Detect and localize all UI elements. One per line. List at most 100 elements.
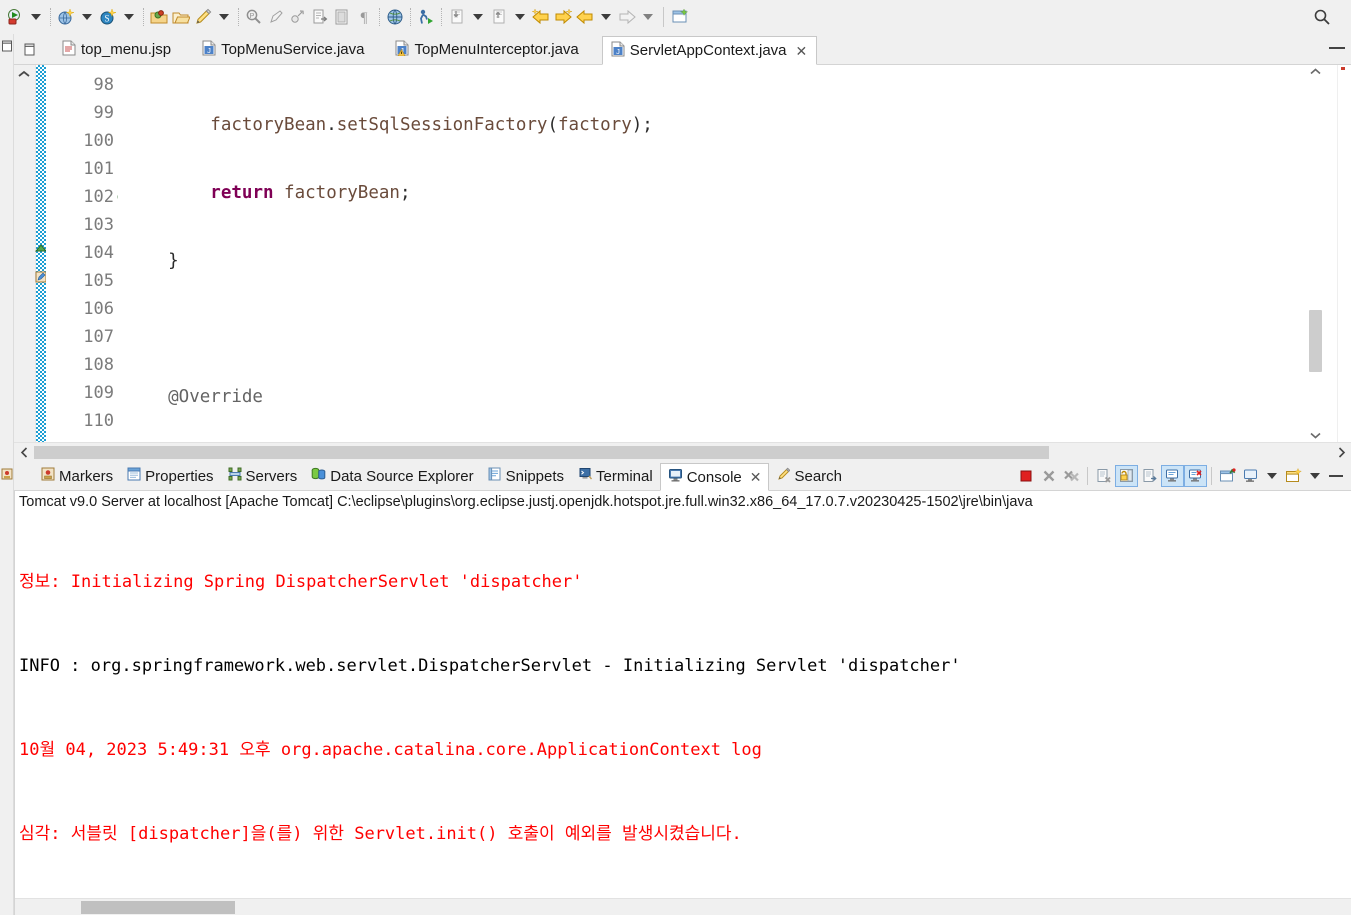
terminate-button[interactable] — [1014, 465, 1037, 487]
scroll-right-arrow-icon[interactable] — [1331, 443, 1351, 462]
overview-marker — [1341, 67, 1345, 70]
code-editor[interactable]: | ( ( c c [ · | ( j ! · : — [0, 65, 1351, 442]
editor-tab-ServletAppContext-java[interactable]: J ServletAppContext.java ✕ — [601, 36, 818, 65]
debug-dropdown-arrow[interactable] — [31, 14, 41, 20]
previous-annotation-icon[interactable] — [446, 4, 468, 30]
console-text: 심각: 서블릿 [dispatcher]을(를) 위한 Servlet.init… — [19, 824, 742, 844]
line-number: 99 — [93, 103, 114, 123]
debug-icon[interactable] — [4, 4, 26, 30]
new-dropdown-arrow[interactable] — [219, 14, 229, 20]
editor-vertical-scrollbar[interactable] — [1308, 65, 1323, 442]
panel-tab-bar: Markers Properties Servers Data Source E… — [0, 462, 1351, 491]
console-line: 정보: Initializing Spring DispatcherServle… — [19, 568, 1351, 596]
editor-tab-bar: top_menu.jsp J TopMenuService.java TopMe… — [0, 34, 1351, 65]
next-annotation-icon[interactable] — [488, 4, 510, 30]
java-file-warning-icon: J — [395, 40, 409, 60]
web-browser-icon[interactable] — [384, 4, 406, 30]
console-horizontal-scrollbar[interactable] — [15, 898, 1351, 915]
line-number: 100 — [83, 131, 114, 151]
remove-launch-button[interactable] — [1037, 465, 1060, 487]
panel-tab-servers[interactable]: Servers — [221, 462, 305, 490]
scroll-lock-button[interactable] — [1115, 465, 1138, 487]
clear-console-button[interactable] — [1092, 465, 1115, 487]
link-icon[interactable] — [287, 4, 309, 30]
word-wrap-button[interactable] — [1138, 465, 1161, 487]
panel-tab-snippets[interactable]: Snippets — [481, 462, 571, 490]
display-console-dropdown-arrow[interactable] — [1267, 473, 1277, 479]
next-annotation-dropdown-arrow[interactable] — [515, 14, 525, 20]
new-java-class-icon[interactable] — [192, 4, 214, 30]
open-console-button[interactable] — [1282, 465, 1305, 487]
show-console-on-error-button[interactable] — [1184, 465, 1207, 487]
scroll-up-arrow-icon[interactable] — [1310, 67, 1321, 76]
editor-tab-TopMenuService-java[interactable]: J TopMenuService.java — [194, 35, 374, 64]
panel-tab-properties[interactable]: Properties — [120, 462, 220, 490]
editor-overview-ruler[interactable] — [1337, 65, 1351, 442]
editor-horizontal-scrollbar[interactable] — [14, 442, 1351, 462]
panel-tab-console[interactable]: Console ✕ — [659, 463, 770, 491]
forward-history-icon[interactable] — [552, 4, 574, 30]
run-on-server-dropdown-arrow[interactable] — [82, 14, 92, 20]
new-java-package-icon[interactable] — [148, 4, 170, 30]
toolbar-separator — [441, 8, 442, 26]
block-selection-icon[interactable] — [331, 4, 353, 30]
editor-hscroll-track[interactable] — [34, 443, 1331, 462]
back-icon[interactable] — [574, 4, 596, 30]
minimize-panel-button[interactable] — [1329, 475, 1343, 477]
editor-tab-top_menu-jsp[interactable]: top_menu.jsp — [54, 35, 181, 64]
editor-hscroll-thumb[interactable] — [34, 446, 1049, 459]
display-selected-console-button[interactable] — [1239, 465, 1262, 487]
eraser-icon[interactable] — [265, 4, 287, 30]
editor-restore-button[interactable] — [14, 34, 44, 64]
run-validation-icon[interactable] — [415, 4, 437, 30]
panel-toolbar-separator — [1211, 467, 1212, 485]
show-console-on-output-button[interactable] — [1161, 465, 1184, 487]
panel-tab-data-source-explorer[interactable]: Data Source Explorer — [304, 462, 480, 490]
console-hscroll-thumb[interactable] — [81, 901, 235, 914]
minimize-editor-button[interactable] — [1329, 46, 1345, 49]
new-window-icon[interactable] — [669, 4, 691, 30]
back-dropdown-arrow[interactable] — [601, 14, 611, 20]
console-output[interactable]: 정보: Initializing Spring DispatcherServle… — [15, 512, 1351, 898]
forward-icon[interactable] — [616, 4, 638, 30]
pin-console-button[interactable] — [1216, 465, 1239, 487]
pilcrow-icon[interactable]: ¶ — [353, 4, 375, 30]
editor-annotation-ruler[interactable] — [14, 65, 36, 442]
markers-icon — [41, 467, 55, 485]
editor-tab-label: top_menu.jsp — [81, 41, 172, 58]
previous-annotation-dropdown-arrow[interactable] — [473, 14, 483, 20]
eclipse-ide-window: S P ¶ top_menu.jsp J TopMenuService.java… — [0, 0, 1351, 915]
coverage-dropdown-arrow[interactable] — [124, 14, 134, 20]
panel-tab-markers[interactable]: Markers — [34, 462, 120, 490]
open-folder-icon[interactable] — [170, 4, 192, 30]
svg-text:¶: ¶ — [361, 10, 368, 26]
remove-all-terminated-button[interactable] — [1060, 465, 1083, 487]
editor-tab-TopMenuInterceptor-java[interactable]: J TopMenuInterceptor.java — [387, 35, 588, 64]
editor-scroll-thumb[interactable] — [1309, 310, 1322, 372]
open-console-dropdown-arrow[interactable] — [1310, 473, 1320, 479]
search-icon[interactable] — [1311, 4, 1333, 30]
chevron-up-icon[interactable] — [18, 69, 30, 79]
console-view[interactable]: Tomcat v9.0 Server at localhost [Apache … — [14, 491, 1351, 915]
run-on-server-icon[interactable] — [55, 4, 77, 30]
export-doc-icon[interactable] — [309, 4, 331, 30]
panel-tab-label: Properties — [145, 467, 214, 485]
editor-text-area[interactable]: factoryBean.setSqlSessionFactory(factory… — [118, 65, 1337, 442]
close-icon[interactable]: ✕ — [796, 44, 808, 58]
scroll-left-arrow-icon[interactable] — [14, 443, 34, 462]
close-icon[interactable]: ✕ — [750, 470, 762, 484]
line-number: 104 — [83, 243, 114, 263]
forward-dropdown-arrow[interactable] — [643, 14, 653, 20]
properties-icon — [127, 467, 141, 485]
panel-tab-terminal[interactable]: Terminal — [571, 462, 660, 490]
scroll-down-arrow-icon[interactable] — [1310, 431, 1321, 440]
markers-rail-icon[interactable] — [1, 468, 13, 480]
coverage-icon[interactable]: S — [97, 4, 119, 30]
editor-tab-label: TopMenuInterceptor.java — [414, 41, 579, 58]
terminal-icon — [578, 467, 593, 485]
restore-perspective-icon[interactable] — [1, 40, 13, 52]
back-history-icon[interactable] — [530, 4, 552, 30]
search-java-icon[interactable]: P — [243, 4, 265, 30]
code-line: } — [126, 251, 179, 271]
panel-tab-search[interactable]: Search — [769, 462, 849, 490]
